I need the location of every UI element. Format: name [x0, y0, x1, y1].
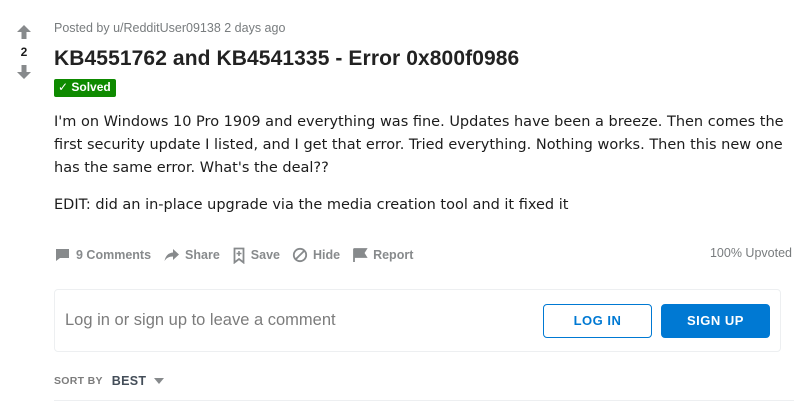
login-button-group: LOG IN SIGN UP — [543, 303, 770, 338]
share-arrow-icon — [164, 249, 180, 261]
flag-icon — [353, 248, 368, 262]
share-label: Share — [185, 248, 220, 262]
report-button[interactable]: Report — [352, 247, 413, 263]
login-prompt: Log in or sign up to leave a comment LOG… — [54, 289, 781, 352]
comment-bubble-icon — [56, 249, 69, 261]
post-title[interactable]: KB4551762 and KB4541335 - Error 0x800f09… — [54, 45, 794, 73]
hide-label: Hide — [312, 248, 341, 262]
post-body: I'm on Windows 10 Pro 1909 and everythin… — [54, 111, 784, 217]
comments-button[interactable]: 9 Comments — [54, 247, 151, 263]
flair-badge[interactable]: ✓ Solved — [54, 79, 116, 97]
hide-button[interactable]: Hide — [292, 247, 340, 263]
upvote-ratio: 100% Upvoted — [709, 246, 792, 260]
sort-value: BEST — [111, 374, 147, 388]
save-button[interactable]: Save — [232, 247, 280, 264]
bookmark-icon — [233, 247, 245, 264]
vote-column: 2 — [10, 22, 38, 82]
post-body-paragraph: EDIT: did an in-place upgrade via the me… — [54, 197, 569, 213]
downvote-button[interactable] — [12, 62, 36, 82]
post-body-paragraph: I'm on Windows 10 Pro 1909 and everythin… — [54, 114, 784, 176]
arrow-down-icon — [17, 65, 31, 79]
chevron-down-icon — [154, 378, 165, 384]
arrow-up-icon — [17, 25, 31, 39]
vote-count: 2 — [20, 45, 28, 59]
save-label: Save — [250, 248, 280, 262]
sort-dropdown[interactable]: SORT BY BEST — [54, 374, 165, 388]
post: Posted by u/RedditUser09138 2 days ago K… — [54, 18, 794, 231]
post-meta: Posted by u/RedditUser09138 2 days ago — [54, 21, 286, 35]
share-button[interactable]: Share — [163, 247, 220, 263]
upvote-button[interactable] — [12, 22, 36, 42]
report-label: Report — [373, 248, 414, 262]
divider — [54, 400, 794, 401]
log-in-button[interactable]: LOG IN — [543, 303, 652, 338]
login-prompt-text: Log in or sign up to leave a comment — [65, 311, 336, 329]
sort-label: SORT BY — [54, 375, 103, 387]
comments-label: 9 Comments — [76, 248, 152, 262]
post-action-bar: 9 Comments Share Save Hide Report 100% U… — [54, 244, 794, 266]
sign-up-button[interactable]: SIGN UP — [661, 303, 770, 338]
hide-circle-slash-icon — [292, 247, 308, 263]
